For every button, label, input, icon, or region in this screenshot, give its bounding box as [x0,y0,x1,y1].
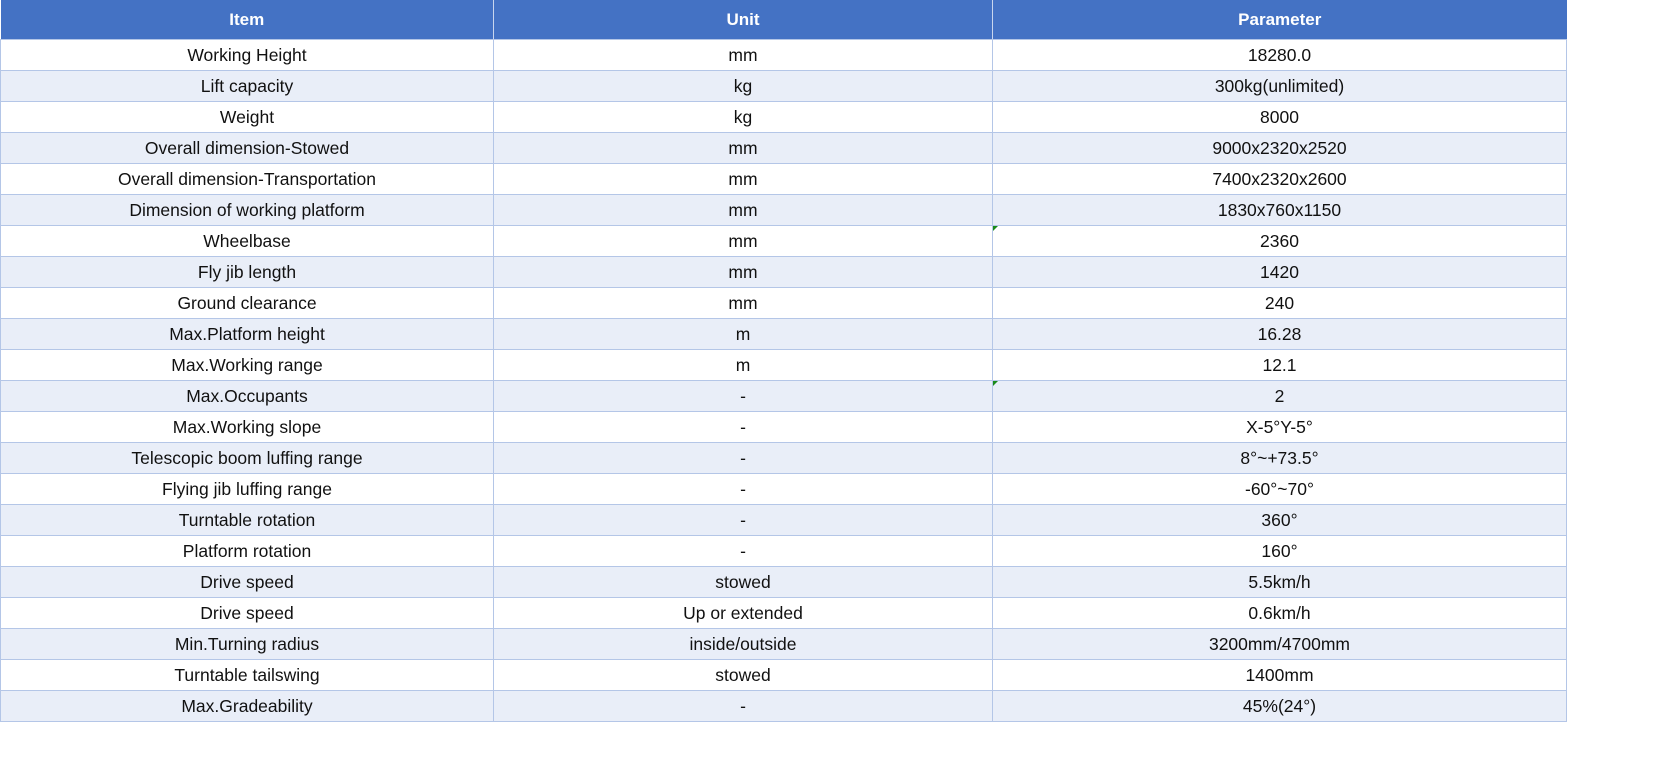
table-row: Max.Occupants - 2 [0,380,1567,412]
item-cell[interactable]: Max.Working slope [0,411,494,443]
spec-table: Item Unit Parameter Working Height mm 18… [0,0,1567,722]
table-row: Working Height mm 18280.0 [0,39,1567,71]
parameter-cell[interactable]: 8°~+73.5° [992,442,1567,474]
parameter-cell[interactable]: 240 [992,287,1567,319]
unit-cell[interactable]: mm [493,256,993,288]
unit-cell[interactable]: stowed [493,659,993,691]
table-row: Telescopic boom luffing range - 8°~+73.5… [0,442,1567,474]
unit-cell[interactable]: mm [493,287,993,319]
unit-cell[interactable]: stowed [493,566,993,598]
item-cell[interactable]: Drive speed [0,597,494,629]
item-cell[interactable]: Max.Gradeability [0,690,494,722]
spec-sheet: Item Unit Parameter Working Height mm 18… [0,0,1567,722]
table-row: Max.Working range m 12.1 [0,349,1567,381]
table-row: Weight kg 8000 [0,101,1567,133]
parameter-cell[interactable]: 18280.0 [992,39,1567,71]
item-cell[interactable]: Flying jib luffing range [0,473,494,505]
parameter-cell[interactable]: 9000x2320x2520 [992,132,1567,164]
table-row: Wheelbase mm 2360 [0,225,1567,257]
item-cell[interactable]: Max.Occupants [0,380,494,412]
item-cell[interactable]: Ground clearance [0,287,494,319]
parameter-cell[interactable]: -60°~70° [992,473,1567,505]
unit-cell[interactable]: mm [493,132,993,164]
parameter-cell[interactable]: 5.5km/h [992,566,1567,598]
unit-cell[interactable]: m [493,318,993,350]
parameter-cell[interactable]: 1400mm [992,659,1567,691]
parameter-cell[interactable]: 8000 [992,101,1567,133]
item-cell[interactable]: Max.Platform height [0,318,494,350]
unit-cell[interactable]: kg [493,101,993,133]
item-cell[interactable]: Overall dimension-Stowed [0,132,494,164]
unit-cell[interactable]: - [493,690,993,722]
unit-cell[interactable]: - [493,504,993,536]
item-cell[interactable]: Weight [0,101,494,133]
table-row: Turntable tailswing stowed 1400mm [0,659,1567,691]
item-cell[interactable]: Working Height [0,39,494,71]
table-row: Turntable rotation - 360° [0,504,1567,536]
column-header-parameter[interactable]: Parameter [992,0,1567,40]
item-cell[interactable]: Fly jib length [0,256,494,288]
table-row: Overall dimension-Stowed mm 9000x2320x25… [0,132,1567,164]
item-cell[interactable]: Wheelbase [0,225,494,257]
table-row: Platform rotation - 160° [0,535,1567,567]
item-cell[interactable]: Drive speed [0,566,494,598]
parameter-cell[interactable]: 300kg(unlimited) [992,70,1567,102]
table-row: Min.Turning radius inside/outside 3200mm… [0,628,1567,660]
unit-cell[interactable]: - [493,411,993,443]
table-row: Flying jib luffing range - -60°~70° [0,473,1567,505]
parameter-cell[interactable]: 1830x760x1150 [992,194,1567,226]
parameter-cell[interactable]: 360° [992,504,1567,536]
table-row: Drive speed stowed 5.5km/h [0,566,1567,598]
item-cell[interactable]: Min.Turning radius [0,628,494,660]
parameter-cell[interactable]: 7400x2320x2600 [992,163,1567,195]
unit-cell[interactable]: - [493,473,993,505]
unit-cell[interactable]: mm [493,194,993,226]
column-header-item[interactable]: Item [0,0,494,40]
parameter-cell[interactable]: 1420 [992,256,1567,288]
unit-cell[interactable]: m [493,349,993,381]
item-cell[interactable]: Turntable rotation [0,504,494,536]
unit-cell[interactable]: inside/outside [493,628,993,660]
item-cell[interactable]: Max.Working range [0,349,494,381]
table-row: Lift capacity kg 300kg(unlimited) [0,70,1567,102]
item-cell[interactable]: Turntable tailswing [0,659,494,691]
parameter-cell[interactable]: 160° [992,535,1567,567]
unit-cell[interactable]: mm [493,225,993,257]
item-cell[interactable]: Dimension of working platform [0,194,494,226]
table-row: Dimension of working platform mm 1830x76… [0,194,1567,226]
table-row: Max.Platform height m 16.28 [0,318,1567,350]
parameter-cell[interactable]: 2 [992,380,1567,412]
table-row: Max.Gradeability - 45%(24°) [0,690,1567,722]
item-cell[interactable]: Overall dimension-Transportation [0,163,494,195]
unit-cell[interactable]: - [493,535,993,567]
column-header-unit[interactable]: Unit [493,0,993,40]
parameter-cell[interactable]: 2360 [992,225,1567,257]
item-cell[interactable]: Telescopic boom luffing range [0,442,494,474]
unit-cell[interactable]: Up or extended [493,597,993,629]
parameter-cell[interactable]: 16.28 [992,318,1567,350]
parameter-cell[interactable]: X-5°Y-5° [992,411,1567,443]
table-row: Max.Working slope - X-5°Y-5° [0,411,1567,443]
item-cell[interactable]: Platform rotation [0,535,494,567]
table-header: Item Unit Parameter [0,0,1567,40]
parameter-cell[interactable]: 45%(24°) [992,690,1567,722]
unit-cell[interactable]: mm [493,39,993,71]
unit-cell[interactable]: kg [493,70,993,102]
table-row: Drive speed Up or extended 0.6km/h [0,597,1567,629]
unit-cell[interactable]: - [493,380,993,412]
parameter-cell[interactable]: 12.1 [992,349,1567,381]
header-row: Item Unit Parameter [0,0,1567,40]
parameter-cell[interactable]: 3200mm/4700mm [992,628,1567,660]
parameter-cell[interactable]: 0.6km/h [992,597,1567,629]
table-row: Overall dimension-Transportation mm 7400… [0,163,1567,195]
table-body: Working Height mm 18280.0 Lift capacity … [0,39,1567,722]
unit-cell[interactable]: - [493,442,993,474]
item-cell[interactable]: Lift capacity [0,70,494,102]
unit-cell[interactable]: mm [493,163,993,195]
table-row: Fly jib length mm 1420 [0,256,1567,288]
table-row: Ground clearance mm 240 [0,287,1567,319]
